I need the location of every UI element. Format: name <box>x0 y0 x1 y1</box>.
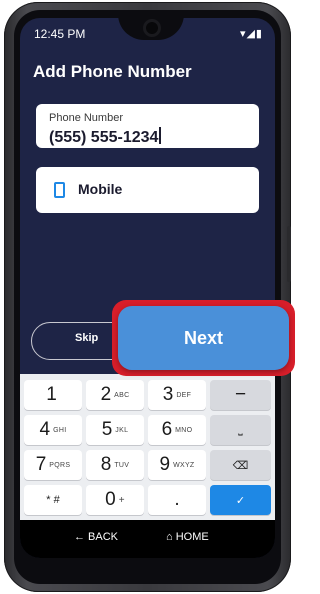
key-3[interactable]: 3 DEF <box>148 380 206 410</box>
key-2[interactable]: 2 ABC <box>86 380 144 410</box>
backspace-icon: ⌫ <box>232 459 249 472</box>
status-icons: ▾◢▮ <box>239 28 263 40</box>
numeric-keyboard: 1 2 ABC 3 DEF − 4 GHI 5 JKL 6 MNO ⎵ 7 PQRS 8 TU… <box>20 374 275 520</box>
backspace-key[interactable]: ⌫ <box>210 450 271 480</box>
key-star-hash[interactable]: * # <box>24 485 82 515</box>
page-title: Add Phone Number <box>33 62 192 81</box>
key-minus[interactable]: − <box>210 380 271 410</box>
key-4[interactable]: 4 GHI <box>24 415 82 445</box>
text-caret <box>159 127 161 144</box>
key-7[interactable]: 7 PQRS <box>24 450 82 480</box>
screen: 12:45 PM ▾◢▮ Add Phone Number Phone Numb… <box>20 18 275 558</box>
key-6[interactable]: 6 MNO <box>148 415 206 445</box>
mobile-phone-icon <box>54 182 65 198</box>
power-button <box>287 226 291 282</box>
key-5[interactable]: 5 JKL <box>86 415 144 445</box>
phone-type-value: Mobile <box>78 181 123 197</box>
next-button-label: Next <box>183 328 223 348</box>
key-space[interactable]: ⎵ <box>210 415 271 445</box>
back-button[interactable]: ← BACK <box>74 531 118 543</box>
key-8[interactable]: 8 TUV <box>86 450 144 480</box>
checkmark-icon: ✓ <box>235 494 246 507</box>
phone-number-value: (555) 555-1234 <box>49 127 161 147</box>
front-camera <box>143 19 161 37</box>
home-button[interactable]: ⌂ HOME <box>166 531 209 543</box>
key-dot[interactable]: . <box>148 485 206 515</box>
done-key[interactable]: ✓ <box>210 485 271 515</box>
key-9[interactable]: 9 WXYZ <box>148 450 206 480</box>
phone-number-label: Phone Number <box>49 112 123 124</box>
phone-number-input[interactable]: Phone Number (555) 555-1234 <box>36 104 259 148</box>
key-1[interactable]: 1 <box>24 380 82 410</box>
status-time: 12:45 PM <box>34 27 86 41</box>
navigation-bar: ← BACK ⌂ HOME <box>20 520 275 558</box>
skip-button-label: Skip <box>75 332 99 344</box>
phone-type-select[interactable]: Mobile <box>36 167 259 213</box>
key-0[interactable]: 0 + <box>86 485 144 515</box>
